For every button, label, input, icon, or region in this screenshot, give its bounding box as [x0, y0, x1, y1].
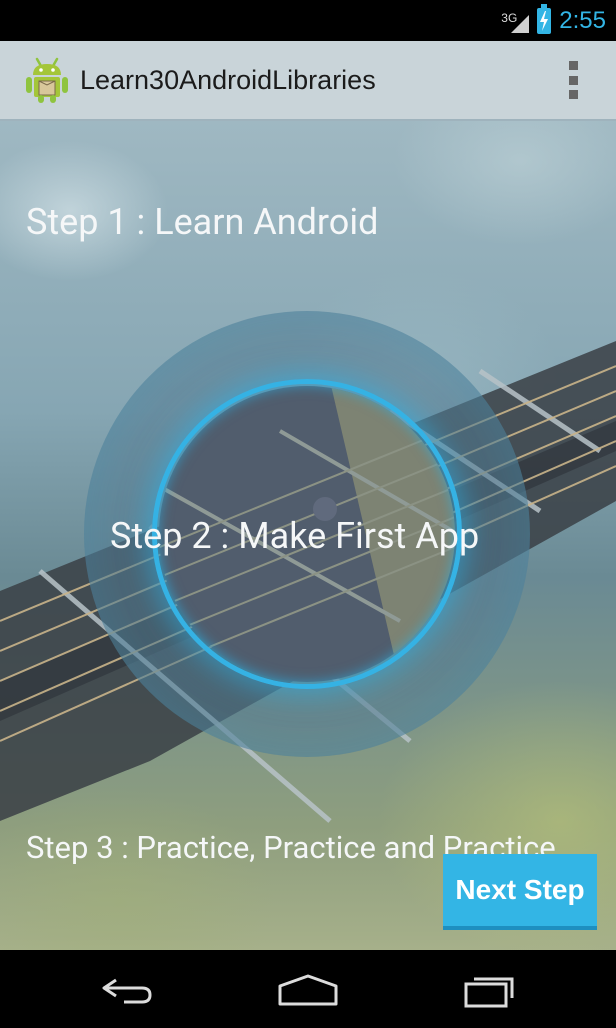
home-icon[interactable]	[268, 968, 348, 1012]
step-1-text: Step 1 : Learn Android	[26, 201, 379, 243]
action-bar: Learn30AndroidLibraries	[0, 41, 616, 121]
navigation-bar	[0, 950, 616, 1028]
signal-icon: 3G	[501, 7, 530, 35]
status-icons: 3G 2:55	[501, 0, 606, 41]
status-bar: 3G 2:55	[0, 0, 616, 41]
overflow-menu-icon[interactable]	[568, 61, 578, 99]
next-step-button[interactable]: Next Step	[443, 854, 597, 930]
step-2-text: Step 2 : Make First App	[110, 515, 480, 557]
clock: 2:55	[559, 6, 606, 34]
app-title: Learn30AndroidLibraries	[80, 64, 376, 95]
battery-icon	[537, 3, 552, 34]
main-content: Step 1 : Learn Android Step 2 : Make Fir…	[0, 121, 616, 950]
recent-apps-icon[interactable]	[448, 968, 528, 1012]
android-robot-icon	[22, 55, 72, 105]
back-icon[interactable]	[88, 968, 168, 1012]
